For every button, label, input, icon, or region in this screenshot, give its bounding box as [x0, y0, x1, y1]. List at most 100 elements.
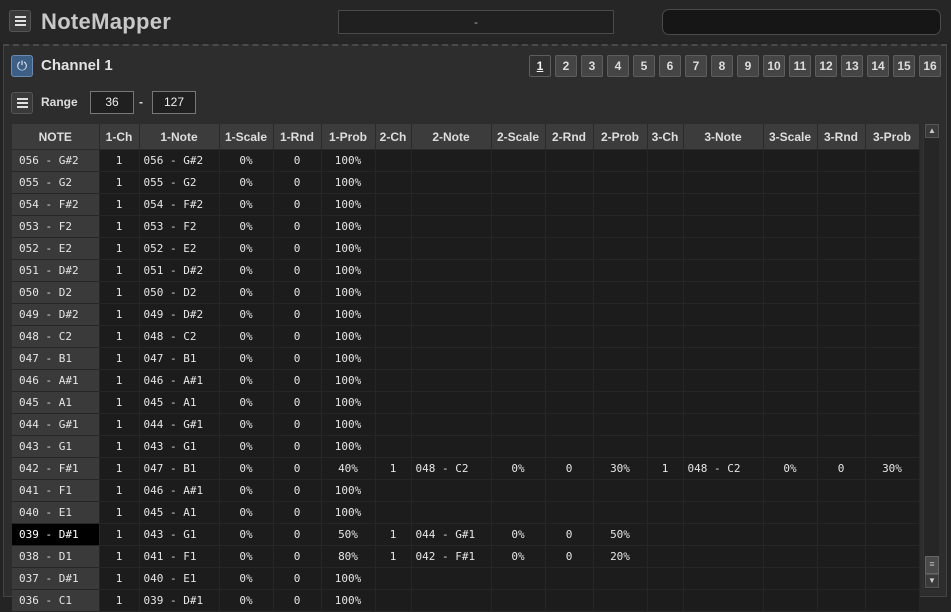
note-cell[interactable]: 052 - E2	[12, 237, 100, 260]
mapped-note-cell[interactable]: 048 - C2	[411, 457, 492, 480]
mapped-note-cell[interactable]	[683, 347, 764, 370]
table-cell[interactable]: 0%	[219, 501, 274, 524]
table-cell[interactable]	[817, 259, 866, 282]
table-cell[interactable]	[647, 259, 684, 282]
table-cell[interactable]	[491, 193, 546, 216]
table-cell[interactable]: 0	[273, 501, 322, 524]
note-cell[interactable]: 038 - D1	[12, 545, 100, 568]
table-cell[interactable]	[375, 501, 412, 524]
table-cell[interactable]: 100%	[321, 369, 376, 392]
mapped-note-cell[interactable]	[411, 149, 492, 172]
mapped-note-cell[interactable]	[411, 325, 492, 348]
note-cell[interactable]: 044 - G#1	[12, 413, 100, 436]
table-cell[interactable]	[647, 523, 684, 546]
table-cell[interactable]: 0	[273, 193, 322, 216]
table-cell[interactable]	[545, 303, 594, 326]
mapped-note-cell[interactable]: 056 - G#2	[139, 149, 220, 172]
table-cell[interactable]	[763, 413, 818, 436]
mapped-note-cell[interactable]	[683, 281, 764, 304]
mapped-note-cell[interactable]: 046 - A#1	[139, 369, 220, 392]
table-cell[interactable]	[491, 391, 546, 414]
table-cell[interactable]	[545, 347, 594, 370]
table-cell[interactable]	[763, 193, 818, 216]
mapped-note-cell[interactable]: 044 - G#1	[411, 523, 492, 546]
table-cell[interactable]	[545, 567, 594, 590]
table-cell[interactable]: 0%	[219, 347, 274, 370]
table-cell[interactable]	[865, 171, 920, 194]
mapped-note-cell[interactable]	[411, 303, 492, 326]
table-cell[interactable]	[375, 435, 412, 458]
table-cell[interactable]: 0%	[219, 215, 274, 238]
table-cell[interactable]	[817, 523, 866, 546]
mapped-note-cell[interactable]: 047 - B1	[139, 347, 220, 370]
table-cell[interactable]	[491, 281, 546, 304]
table-row[interactable]: 042 - F#1 1 047 - B1 0% 0 40% 1 048 - C2 0% 0 30% 1…	[12, 457, 920, 480]
note-cell[interactable]: 041 - F1	[12, 479, 100, 502]
table-cell[interactable]: 0	[273, 435, 322, 458]
note-cell[interactable]: 051 - D#2	[12, 259, 100, 282]
table-cell[interactable]: 0%	[219, 369, 274, 392]
mapped-note-cell[interactable]: 051 - D#2	[139, 259, 220, 282]
note-cell[interactable]: 056 - G#2	[12, 149, 100, 172]
table-cell[interactable]	[817, 589, 866, 612]
mapped-note-cell[interactable]	[683, 325, 764, 348]
table-cell[interactable]	[865, 589, 920, 612]
table-cell[interactable]: 30%	[865, 457, 920, 480]
mapped-note-cell[interactable]	[683, 479, 764, 502]
table-cell[interactable]: 0%	[219, 325, 274, 348]
table-cell[interactable]	[763, 567, 818, 590]
table-cell[interactable]: 1	[99, 545, 140, 568]
table-cell[interactable]	[763, 347, 818, 370]
table-cell[interactable]	[647, 171, 684, 194]
table-cell[interactable]: 1	[375, 523, 412, 546]
table-cell[interactable]	[763, 501, 818, 524]
mapped-note-cell[interactable]	[683, 567, 764, 590]
table-row[interactable]: 046 - A#1 1 046 - A#1 0% 0 100%	[12, 369, 920, 392]
table-cell[interactable]	[593, 435, 648, 458]
table-cell[interactable]	[647, 193, 684, 216]
range-to-input[interactable]: 127	[152, 91, 196, 114]
mapped-note-cell[interactable]	[411, 259, 492, 282]
table-cell[interactable]	[817, 567, 866, 590]
channel-button-14[interactable]: 14	[867, 55, 889, 77]
note-cell[interactable]: 048 - C2	[12, 325, 100, 348]
table-cell[interactable]	[593, 589, 648, 612]
table-cell[interactable]: 0	[545, 523, 594, 546]
table-cell[interactable]: 20%	[593, 545, 648, 568]
table-cell[interactable]: 100%	[321, 567, 376, 590]
table-cell[interactable]: 100%	[321, 215, 376, 238]
table-cell[interactable]: 1	[99, 501, 140, 524]
table-cell[interactable]	[593, 303, 648, 326]
note-cell[interactable]: 045 - A1	[12, 391, 100, 414]
table-cell[interactable]	[593, 259, 648, 282]
table-cell[interactable]	[865, 435, 920, 458]
table-cell[interactable]: 0	[273, 215, 322, 238]
mapped-note-cell[interactable]: 046 - A#1	[139, 479, 220, 502]
table-cell[interactable]	[763, 237, 818, 260]
note-cell[interactable]: 047 - B1	[12, 347, 100, 370]
table-cell[interactable]	[865, 523, 920, 546]
table-row[interactable]: 056 - G#2 1 056 - G#2 0% 0 100%	[12, 149, 920, 172]
channel-button-4[interactable]: 4	[607, 55, 629, 77]
mapped-note-cell[interactable]	[411, 501, 492, 524]
table-cell[interactable]	[375, 589, 412, 612]
table-cell[interactable]	[865, 193, 920, 216]
table-cell[interactable]: 1	[375, 457, 412, 480]
table-cell[interactable]	[865, 501, 920, 524]
table-cell[interactable]	[817, 281, 866, 304]
table-cell[interactable]	[763, 545, 818, 568]
mapped-note-cell[interactable]	[683, 303, 764, 326]
table-cell[interactable]: 1	[647, 457, 684, 480]
table-cell[interactable]: 0%	[219, 457, 274, 480]
table-cell[interactable]	[763, 391, 818, 414]
table-cell[interactable]: 1	[99, 215, 140, 238]
table-cell[interactable]	[865, 237, 920, 260]
table-cell[interactable]	[593, 413, 648, 436]
table-row[interactable]: 054 - F#2 1 054 - F#2 0% 0 100%	[12, 193, 920, 216]
mapped-note-cell[interactable]	[683, 171, 764, 194]
table-cell[interactable]	[375, 193, 412, 216]
table-row[interactable]: 037 - D#1 1 040 - E1 0% 0 100%	[12, 567, 920, 590]
table-cell[interactable]: 0	[817, 457, 866, 480]
table-cell[interactable]: 0	[273, 523, 322, 546]
mapped-note-cell[interactable]: 050 - D2	[139, 281, 220, 304]
